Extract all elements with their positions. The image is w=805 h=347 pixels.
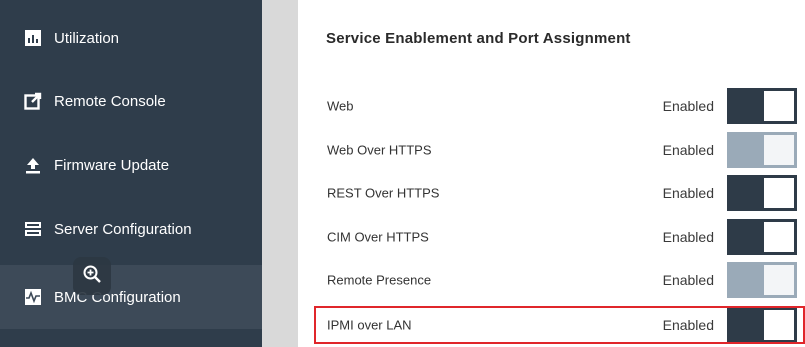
service-status: Enabled	[662, 185, 714, 201]
remote-presence-toggle[interactable]	[727, 262, 797, 298]
service-row-rest-over-https: REST Over HTTPS Enabled	[316, 173, 805, 213]
service-label: CIM Over HTTPS	[327, 229, 429, 245]
sidebar-item-server-configuration[interactable]: Server Configuration	[0, 197, 262, 261]
upload-icon	[24, 156, 42, 174]
sidebar-item-label: Server Configuration	[54, 220, 192, 238]
zoom-in-icon	[82, 264, 102, 289]
service-status: Enabled	[662, 98, 714, 114]
toggle-knob	[764, 310, 794, 340]
toggle-knob	[764, 178, 794, 208]
sidebar-item-label: BMC Configuration	[54, 288, 181, 306]
service-row-ipmi-over-lan: IPMI over LAN Enabled	[316, 305, 805, 345]
service-row-remote-presence: Remote Presence Enabled	[316, 260, 805, 300]
panel-title: Service Enablement and Port Assignment	[326, 30, 631, 47]
sidebar-divider	[262, 0, 298, 347]
service-label: IPMI over LAN	[327, 317, 412, 333]
external-link-icon	[24, 92, 42, 110]
zoom-in-button[interactable]	[73, 257, 111, 295]
service-label: Web Over HTTPS	[327, 142, 432, 158]
sidebar-item-utilization[interactable]: Utilization	[0, 6, 262, 70]
service-panel: Service Enablement and Port Assignment W…	[298, 0, 805, 347]
toggle-knob	[764, 135, 794, 165]
toggle-knob	[764, 265, 794, 295]
service-label: Remote Presence	[327, 272, 432, 288]
sidebar-item-label: Utilization	[54, 29, 120, 47]
sidebar: Utilization Remote Console Firmware Upda…	[0, 0, 262, 347]
toggle-knob	[764, 91, 794, 121]
server-icon	[24, 220, 42, 238]
sidebar-item-firmware-update[interactable]: Firmware Update	[0, 133, 262, 197]
service-status: Enabled	[662, 229, 714, 245]
toggle-knob	[764, 222, 794, 252]
sidebar-item-remote-console[interactable]: Remote Console	[0, 69, 262, 133]
app-frame: Utilization Remote Console Firmware Upda…	[0, 0, 805, 347]
sidebar-item-bmc-configuration[interactable]: BMC Configuration	[0, 265, 262, 329]
web-toggle[interactable]	[727, 88, 797, 124]
service-label: REST Over HTTPS	[327, 185, 440, 201]
web-over-https-toggle[interactable]	[727, 132, 797, 168]
service-status: Enabled	[662, 272, 714, 288]
service-label: Web	[327, 98, 354, 114]
service-row-web-over-https: Web Over HTTPS Enabled	[316, 130, 805, 170]
bar-chart-icon	[24, 29, 42, 47]
service-status: Enabled	[662, 317, 714, 333]
service-row-cim-over-https: CIM Over HTTPS Enabled	[316, 217, 805, 257]
service-row-web: Web Enabled	[316, 86, 805, 126]
sidebar-item-label: Firmware Update	[54, 156, 170, 174]
cim-over-https-toggle[interactable]	[727, 219, 797, 255]
sidebar-item-label: Remote Console	[54, 92, 166, 110]
service-status: Enabled	[662, 142, 714, 158]
pulse-icon	[24, 288, 42, 306]
ipmi-over-lan-toggle[interactable]	[727, 307, 797, 343]
rest-over-https-toggle[interactable]	[727, 175, 797, 211]
